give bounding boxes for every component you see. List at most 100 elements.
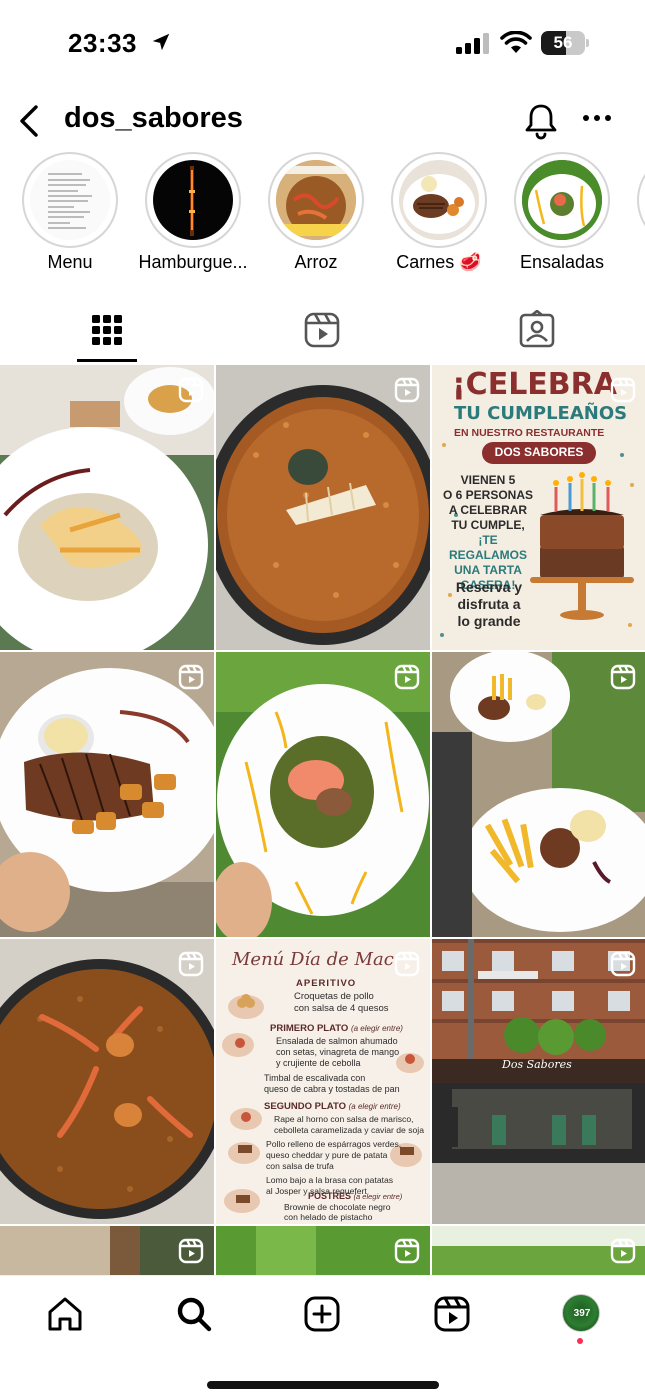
grid-icon[interactable]	[87, 310, 127, 350]
status-time: 23:33	[68, 28, 137, 58]
reel-indicator-icon	[394, 664, 420, 690]
highlight-label: Menu	[47, 252, 93, 272]
bottom-navigation-bar: 397	[0, 1275, 645, 1397]
poster-cta-line: Reserva y	[455, 579, 523, 595]
reel-indicator-icon	[178, 1238, 204, 1264]
post-tile[interactable]	[0, 652, 214, 937]
poster-body-line: O 6 PERSONAS	[442, 488, 534, 502]
menu-item: Rape al horno con salsa de marisco,	[274, 1114, 414, 1124]
reels-icon[interactable]	[432, 1294, 472, 1334]
menu-item: queso cheddar y pure de patata	[266, 1150, 388, 1160]
poster-cta-line: disfruta a	[457, 596, 521, 612]
menu-section-label: POSTRES	[308, 1191, 352, 1201]
menu-item: Croquetas de pollo	[294, 991, 374, 1002]
menu-section-label: SEGUNDO PLATO	[264, 1101, 346, 1112]
reel-indicator-icon	[178, 951, 204, 977]
more-options-icon[interactable]	[582, 110, 612, 126]
status-bar: 23:33 56	[0, 0, 645, 88]
highlight-ensaladas[interactable]: Ensaladas	[500, 152, 622, 280]
location-arrow-icon	[152, 33, 170, 51]
post-tile[interactable]	[432, 1226, 645, 1275]
menu-item: Pollo relleno de espárragos verdes,	[266, 1139, 402, 1149]
poster-body-line: TU CUMPLE,	[451, 518, 525, 532]
highlight-label: Ensaladas	[519, 252, 605, 272]
menu-item: queso de cabra y tostadas de pan	[264, 1084, 400, 1094]
poster-body-line: ¡TE REGALAMOS	[449, 533, 527, 562]
highlight-label: Arroz	[294, 252, 338, 272]
profile-username: dos_sabores	[64, 102, 243, 134]
paella-image	[216, 365, 430, 650]
active-tab-indicator	[77, 359, 137, 362]
highlight-hamburguesas[interactable]: Hamburgue...	[131, 152, 253, 280]
menu-section-note: (a elegir entre)	[348, 1102, 401, 1111]
poster-body: VIENEN 5 O 6 PERSONAS A CELEBRAR TU CUMP…	[438, 473, 538, 593]
salmon-salad-image	[216, 652, 430, 937]
poster-badge: DOS SABORES	[494, 445, 584, 459]
home-indicator[interactable]	[207, 1381, 439, 1389]
menu-section-label: PRIMERO PLATO	[270, 1023, 349, 1034]
menu-item: y crujiente de cebolla	[276, 1058, 361, 1068]
menu-section-note: (a elegir entre)	[353, 1192, 403, 1201]
restaurant-exterior-image	[432, 939, 645, 1224]
menu-item: Lomo bajo a la brasa con patatas	[266, 1175, 394, 1185]
poster-title-line2: TU CUMPLEAÑOS	[454, 403, 628, 424]
reel-indicator-icon	[178, 377, 204, 403]
notification-dot	[577, 1338, 583, 1344]
poster-title-line3: EN NUESTRO RESTAURANTE	[454, 427, 605, 439]
steak-potatoes-image	[0, 652, 214, 937]
menu-item: Timbal de escalivada con	[264, 1073, 366, 1083]
wifi-icon	[500, 31, 532, 53]
reel-indicator-icon	[610, 1238, 636, 1264]
battery-percentage: 56	[553, 33, 573, 52]
post-tile[interactable]	[0, 1226, 214, 1275]
post-tile-menu-poster[interactable]: Menú Día de Mac APERITIVO Croquetas de p…	[216, 939, 430, 1224]
story-highlights-row: Menu Hamburgue... Arroz Carnes 🥩 Ensalad…	[0, 152, 645, 282]
post-tile[interactable]	[216, 652, 430, 937]
home-icon[interactable]	[45, 1294, 85, 1334]
poster-title-line1: ¡CELEBRA	[452, 367, 617, 402]
cellular-signal-icon	[456, 33, 489, 54]
post-tile[interactable]	[216, 365, 430, 650]
menu-section-postres: POSTRES (a elegir entre)	[308, 1191, 402, 1201]
highlight-menu[interactable]: Menu	[8, 152, 130, 280]
reel-indicator-icon	[610, 377, 636, 403]
post-tile[interactable]	[216, 1226, 430, 1275]
poster-body-line: VIENEN 5	[460, 473, 516, 487]
menu-poster-text: Menú Día de Mac APERITIVO Croquetas de p…	[216, 939, 430, 1224]
hamburger-thumbnail	[189, 166, 195, 236]
menu-item: con salsa de trufa	[266, 1161, 334, 1171]
menu-item: cebolleta caramelizada y caviar de soja	[274, 1125, 424, 1135]
create-post-icon[interactable]	[302, 1294, 342, 1334]
poster-body-line: UNA TARTA	[454, 563, 522, 577]
poster-body-line: A CELEBRAR	[448, 503, 528, 517]
notification-bell-icon[interactable]	[524, 102, 558, 140]
reel-indicator-icon	[394, 951, 420, 977]
post-tile[interactable]	[432, 652, 645, 937]
post-tile[interactable]: Dos Sabores	[432, 939, 645, 1224]
steak-fries-image	[432, 652, 645, 937]
menu-poster-title: Menú Día de Mac	[232, 949, 394, 970]
highlight-arroz[interactable]: Arroz	[254, 152, 376, 280]
reel-indicator-icon	[394, 1238, 420, 1264]
reel-indicator-icon	[394, 377, 420, 403]
ensaladas-thumbnail	[522, 160, 602, 240]
post-tile[interactable]	[0, 939, 214, 1224]
reel-indicator-icon	[610, 664, 636, 690]
highlight-carnes[interactable]: Carnes 🥩	[377, 152, 499, 280]
post-tile[interactable]	[0, 365, 214, 650]
search-icon[interactable]	[174, 1294, 214, 1334]
post-tile-birthday-poster[interactable]: ¡CELEBRA TU CUMPLEAÑOS EN NUESTRO RESTAU…	[432, 365, 645, 650]
menu-item: con helado de pistacho	[284, 1212, 373, 1222]
seafood-rice-image	[0, 939, 214, 1224]
menu-section-primero: PRIMERO PLATO (a elegir entre)	[270, 1023, 403, 1034]
profile-avatar[interactable]: 397	[562, 1294, 600, 1332]
tagged-icon[interactable]	[517, 310, 557, 350]
profile-content-tabs	[0, 300, 645, 364]
profile-header: dos_sabores	[0, 96, 645, 148]
menu-section-note: (a elegir entre)	[350, 1024, 403, 1033]
reels-tab-icon[interactable]	[302, 310, 342, 350]
back-chevron-icon[interactable]	[16, 104, 42, 138]
highlight-label: Hamburgue...	[138, 252, 248, 272]
highlight-partial[interactable]	[623, 152, 645, 280]
menu-section-segundo: SEGUNDO PLATO (a elegir entre)	[264, 1101, 401, 1112]
